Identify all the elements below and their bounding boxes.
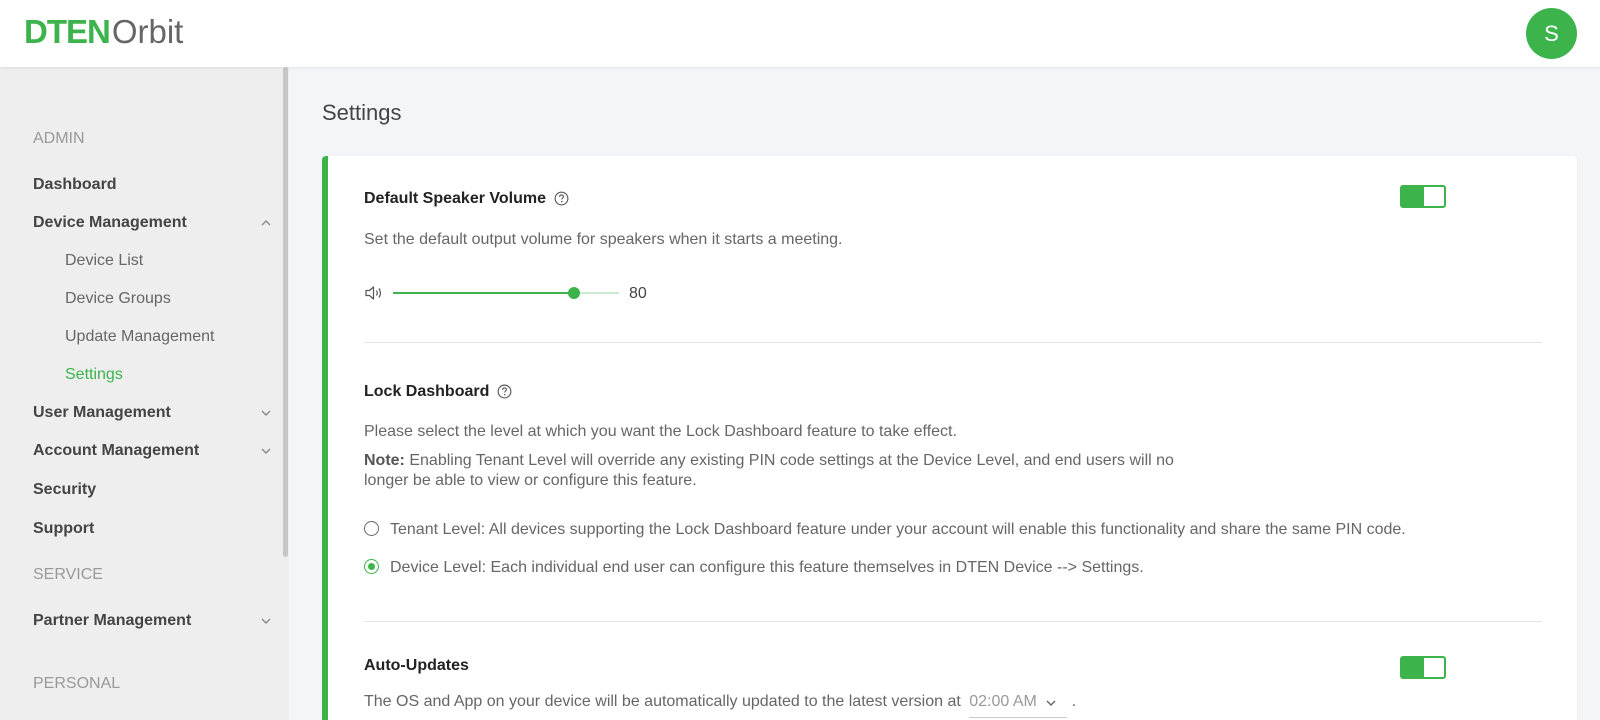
sidebar-subitem-device-groups[interactable]: Device Groups	[65, 290, 171, 308]
auto-updates-title: Auto-Updates	[364, 657, 469, 674]
sidebar-scrollbar[interactable]	[283, 67, 288, 557]
page-title: Settings	[322, 100, 402, 125]
note-label: Note:	[364, 452, 405, 469]
speaker-volume-toggle[interactable]	[1400, 185, 1446, 208]
sidebar-item-label: User Management	[33, 404, 171, 421]
volume-value: 80	[629, 285, 647, 302]
chevron-down-icon	[259, 614, 273, 628]
sidebar-section-service: SERVICE	[33, 566, 103, 583]
radio-button[interactable]	[364, 521, 379, 536]
auto-updates-suffix: .	[1071, 693, 1077, 710]
radio-device-level[interactable]: Device Level: Each individual end user c…	[364, 559, 1144, 577]
volume-slider[interactable]	[393, 284, 619, 302]
logo-brand: DTEN	[24, 13, 111, 50]
chevron-up-icon	[259, 216, 273, 230]
help-icon[interactable]	[497, 384, 512, 399]
toggle-on-indicator	[1402, 187, 1424, 206]
sidebar-item-security[interactable]: Security	[33, 481, 273, 499]
sidebar-item-partner-management[interactable]: Partner Management	[33, 612, 273, 630]
sidebar-section-personal: PERSONAL	[33, 675, 121, 692]
user-avatar[interactable]: S	[1526, 8, 1577, 59]
sidebar-item-label: Partner Management	[33, 612, 192, 629]
speaker-icon	[364, 284, 384, 302]
radio-button[interactable]	[364, 559, 379, 574]
lock-dashboard-note: Note: Enabling Tenant Level will overrid…	[364, 452, 1174, 470]
radio-label: Tenant Level: All devices supporting the…	[390, 521, 1406, 538]
speaker-volume-title-text: Default Speaker Volume	[364, 190, 546, 207]
logo[interactable]: DTENOrbit	[24, 14, 183, 50]
card-accent-bar	[322, 156, 328, 720]
volume-slider-thumb[interactable]	[567, 287, 580, 299]
logo-product: Orbit	[111, 13, 184, 50]
auto-updates-description-text: The OS and App on your device will be au…	[364, 693, 961, 710]
sidebar-item-label: Support	[33, 520, 95, 537]
sidebar-item-device-management[interactable]: Device Management	[33, 214, 273, 232]
settings-card: Default Speaker Volume Set the default o…	[322, 156, 1577, 720]
lock-dashboard-note-line2: longer be able to view or configure this…	[364, 472, 697, 489]
sidebar-item-support[interactable]: Support	[33, 520, 273, 538]
radio-tenant-level[interactable]: Tenant Level: All devices supporting the…	[364, 521, 1406, 539]
sidebar-item-user-management[interactable]: User Management	[33, 404, 273, 422]
section-divider	[364, 621, 1542, 622]
update-time-value: 02:00 AM	[969, 693, 1037, 710]
sidebar-item-label: Device Management	[33, 214, 187, 231]
update-time-select[interactable]: 02:00 AM	[969, 693, 1068, 718]
sidebar-item-label: Dashboard	[33, 176, 117, 193]
help-icon[interactable]	[554, 191, 569, 206]
lock-dashboard-title: Lock Dashboard	[364, 383, 512, 401]
auto-updates-description: The OS and App on your device will be au…	[364, 693, 1076, 718]
sidebar-subitem-device-list[interactable]: Device List	[65, 252, 143, 270]
chevron-down-icon	[259, 444, 273, 458]
sidebar-item-label: Account Management	[33, 442, 200, 459]
sidebar-subitem-update-management[interactable]: Update Management	[65, 328, 214, 346]
sidebar-section-admin: ADMIN	[33, 130, 85, 147]
sidebar: ADMIN Dashboard Device Management Device…	[0, 67, 289, 720]
lock-dashboard-title-text: Lock Dashboard	[364, 383, 490, 400]
lock-dashboard-description: Please select the level at which you wan…	[364, 423, 957, 440]
note-text-line1: Enabling Tenant Level will override any …	[409, 452, 1174, 469]
sidebar-item-dashboard[interactable]: Dashboard	[33, 176, 273, 194]
chevron-down-icon	[259, 406, 273, 420]
speaker-volume-description: Set the default output volume for speake…	[364, 231, 843, 248]
radio-label: Device Level: Each individual end user c…	[390, 559, 1144, 576]
top-bar: DTENOrbit S	[0, 0, 1600, 67]
toggle-on-indicator	[1402, 658, 1424, 677]
section-divider	[364, 342, 1542, 343]
auto-updates-toggle[interactable]	[1400, 656, 1446, 679]
speaker-volume-title: Default Speaker Volume	[364, 190, 569, 208]
sidebar-subitem-settings[interactable]: Settings	[65, 366, 123, 384]
sidebar-item-label: Security	[33, 481, 97, 498]
volume-slider-fill	[393, 292, 574, 294]
sidebar-item-account-management[interactable]: Account Management	[33, 442, 273, 460]
chevron-down-icon	[1046, 700, 1056, 706]
